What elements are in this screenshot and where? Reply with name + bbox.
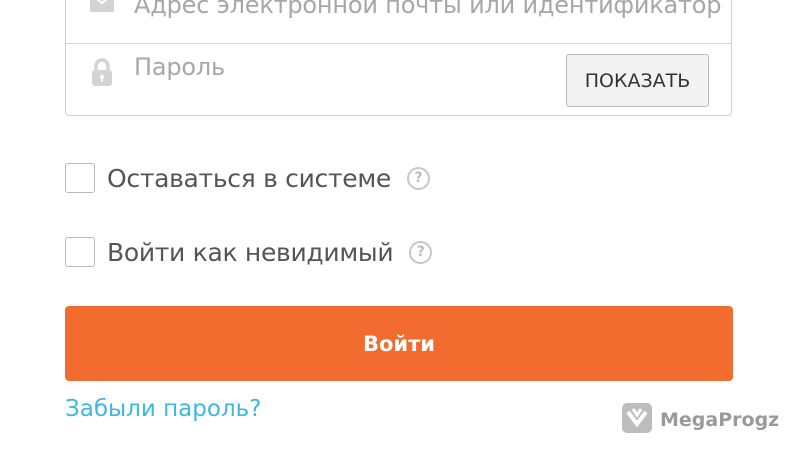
invisible-login-label[interactable]: Войти как невидимый bbox=[107, 238, 394, 267]
stay-signed-in-label[interactable]: Оставаться в системе bbox=[107, 164, 391, 193]
credentials-group: Адрес электронной почты или идентификато… bbox=[65, 0, 732, 116]
show-password-button[interactable]: ПОКАЗАТЬ bbox=[566, 54, 709, 107]
lock-icon bbox=[88, 57, 116, 87]
invisible-login-checkbox[interactable] bbox=[65, 237, 95, 267]
megaprogz-logo bbox=[622, 403, 652, 437]
watermark: MegaProgz bbox=[622, 403, 779, 437]
password-placeholder: Пароль bbox=[134, 53, 225, 81]
watermark-text: MegaProgz bbox=[660, 409, 780, 431]
password-field[interactable]: Пароль ПОКАЗАТЬ bbox=[66, 44, 731, 107]
question-circle-icon[interactable]: ? bbox=[409, 240, 433, 264]
envelope-icon bbox=[88, 0, 116, 17]
invisible-login-row: Войти как невидимый ? bbox=[65, 237, 433, 267]
stay-signed-in-checkbox[interactable] bbox=[65, 163, 95, 193]
email-placeholder: Адрес электронной почты или идентификато… bbox=[134, 0, 722, 19]
question-circle-icon[interactable]: ? bbox=[407, 166, 430, 190]
forgot-password-link[interactable]: Забыли пароль? bbox=[65, 396, 261, 422]
stay-signed-in-row: Оставаться в системе ? bbox=[65, 163, 430, 193]
email-field[interactable]: Адрес электронной почты или идентификато… bbox=[66, 0, 731, 44]
login-button[interactable]: Войти bbox=[65, 306, 733, 381]
